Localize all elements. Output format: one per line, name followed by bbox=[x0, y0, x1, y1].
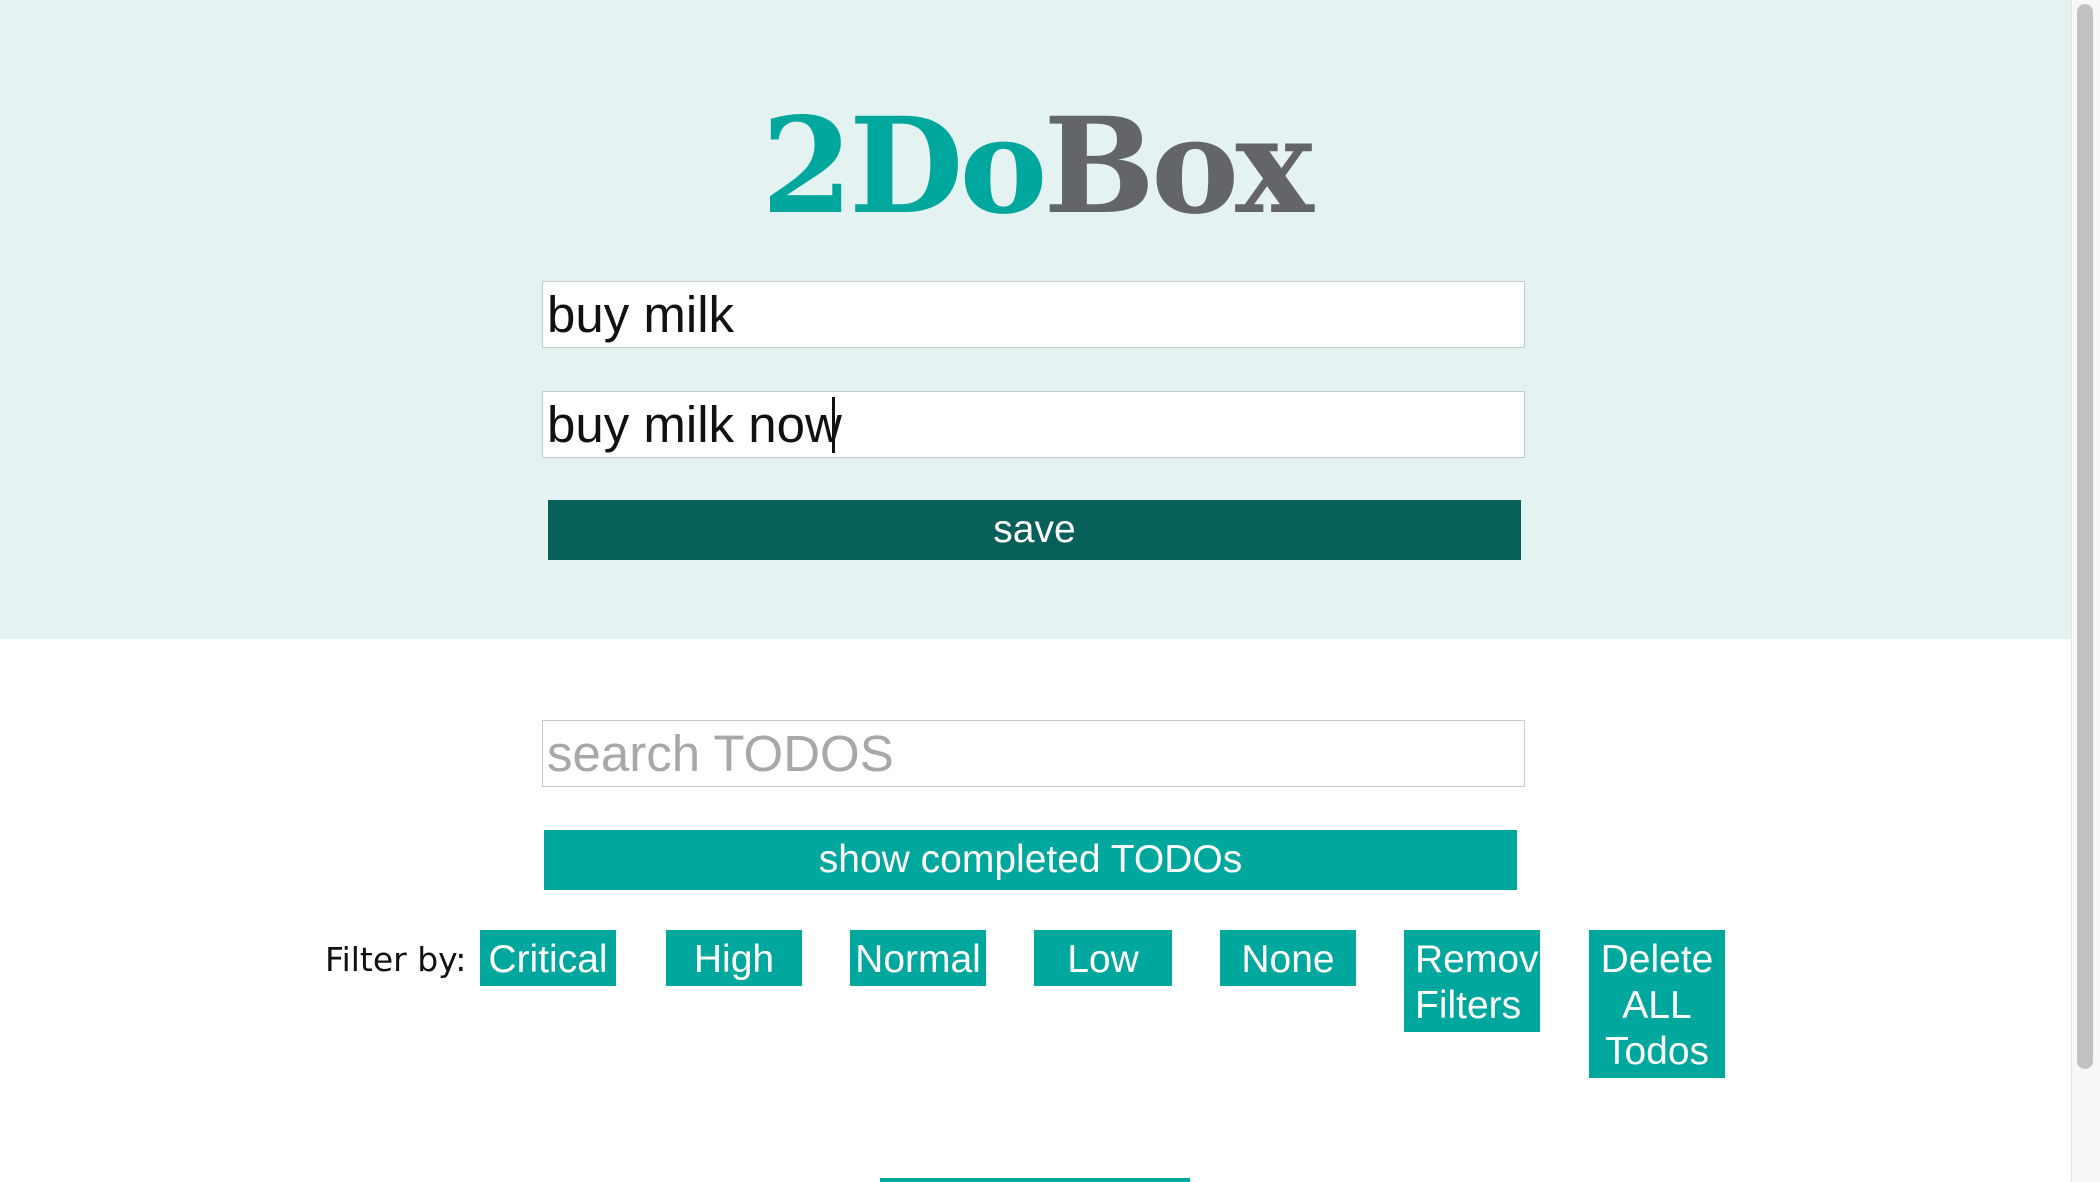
app-title-part-1: 2Do bbox=[761, 89, 1047, 244]
todo-card-top-border bbox=[880, 1178, 1190, 1182]
remove-filters-button[interactable]: Remove Filters bbox=[1404, 930, 1540, 1032]
filter-critical-button[interactable]: Critical bbox=[480, 930, 616, 986]
filter-none-button[interactable]: None bbox=[1220, 930, 1356, 986]
filter-label: Filter by: bbox=[325, 940, 467, 979]
search-input[interactable] bbox=[542, 720, 1525, 787]
delete-all-todos-button[interactable]: Delete ALL Todos bbox=[1589, 930, 1725, 1078]
app-title-part-2: Box bbox=[1043, 89, 1314, 244]
remove-filters-line-2: Filters bbox=[1415, 983, 1522, 1027]
delete-all-line-2: ALL bbox=[1622, 983, 1692, 1027]
filter-normal-button[interactable]: Normal bbox=[850, 930, 986, 986]
remove-filters-line-1: Remove bbox=[1415, 937, 1540, 981]
app-title: 2DoBox bbox=[0, 92, 2071, 242]
filter-high-button[interactable]: High bbox=[666, 930, 802, 986]
delete-all-line-3: Todos bbox=[1604, 1029, 1710, 1073]
todo-title-input[interactable] bbox=[542, 281, 1525, 348]
text-cursor bbox=[832, 397, 835, 453]
save-button[interactable]: save bbox=[548, 500, 1521, 560]
scrollbar-thumb[interactable] bbox=[2077, 4, 2093, 1069]
app-page: 2DoBox save show completed TODOs Filter … bbox=[0, 0, 2100, 1182]
todo-body-input[interactable] bbox=[542, 391, 1525, 458]
show-completed-button[interactable]: show completed TODOs bbox=[544, 830, 1517, 890]
header-section: 2DoBox save bbox=[0, 0, 2071, 639]
filter-low-button[interactable]: Low bbox=[1034, 930, 1172, 986]
delete-all-line-1: Delete bbox=[1600, 937, 1714, 981]
